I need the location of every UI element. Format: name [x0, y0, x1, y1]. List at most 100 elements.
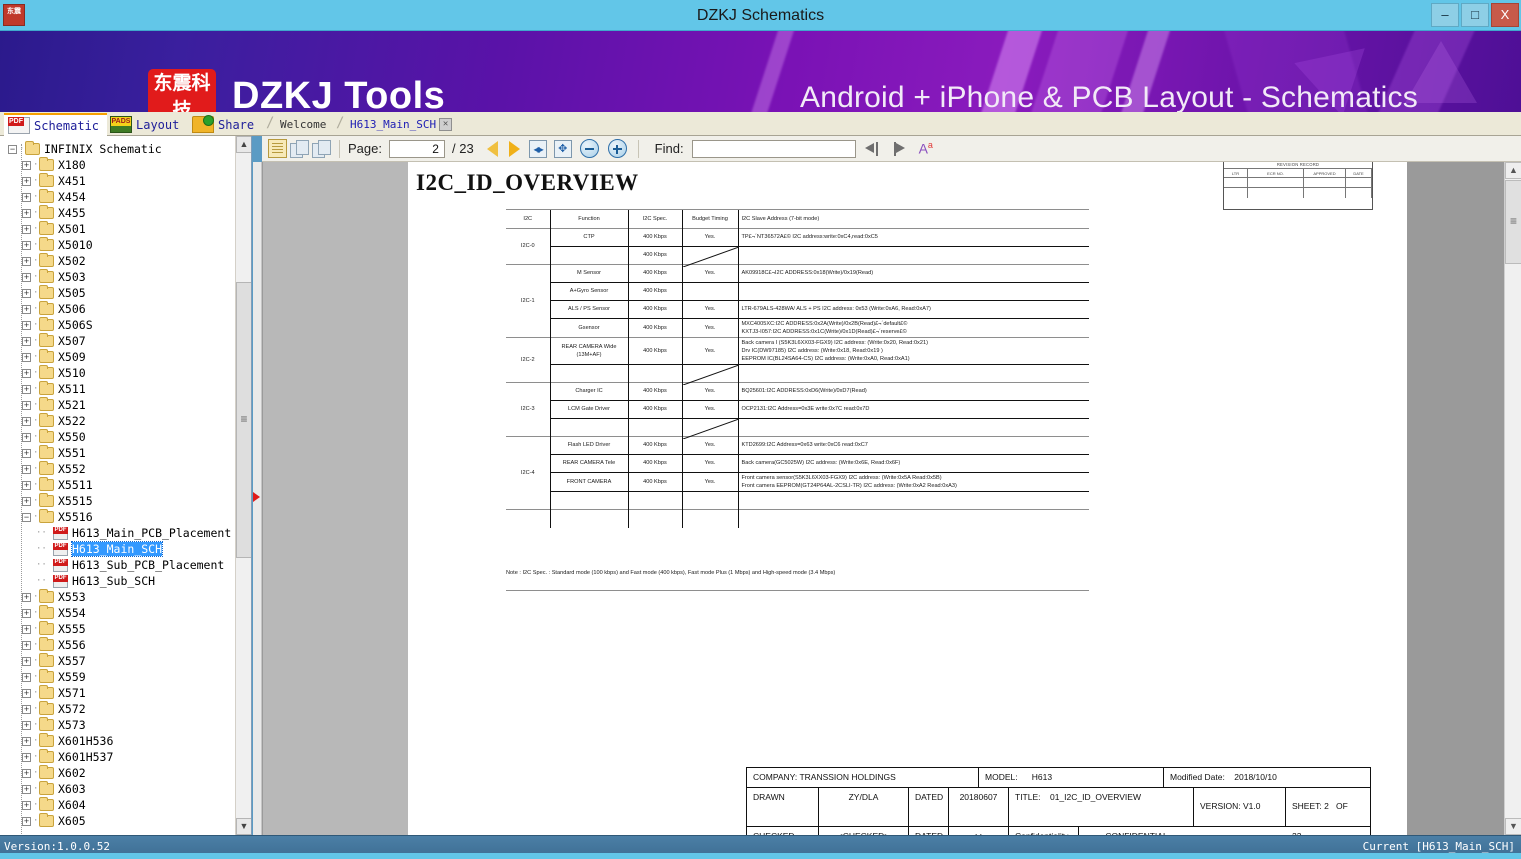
- tab-share[interactable]: Share: [188, 113, 262, 136]
- tab-schematic[interactable]: Schematic: [4, 113, 108, 136]
- expand-icon[interactable]: +: [22, 640, 31, 650]
- tree-node-x5010[interactable]: + · X5010: [0, 237, 236, 253]
- expand-icon[interactable]: +: [22, 368, 31, 378]
- two-page-icon[interactable]: [290, 139, 309, 158]
- tree-node-h613-main-pcb-placement[interactable]: ·· H613_Main_PCB_Placement: [0, 525, 236, 541]
- expand-icon[interactable]: +: [22, 736, 31, 746]
- tree-node-x602[interactable]: + · X602: [0, 765, 236, 781]
- expand-icon[interactable]: +: [22, 208, 31, 218]
- expand-icon[interactable]: +: [22, 432, 31, 442]
- tree-node-x505[interactable]: + · X505: [0, 285, 236, 301]
- doc-tab-h613-main-sch[interactable]: / H613_Main_SCH ✕: [336, 114, 460, 135]
- tree-node-x573[interactable]: + · X573: [0, 717, 236, 733]
- expand-icon[interactable]: +: [22, 688, 31, 698]
- expand-icon[interactable]: +: [22, 816, 31, 826]
- scroll-down-button[interactable]: ▼: [236, 818, 251, 835]
- tree-node-x551[interactable]: + · X551: [0, 445, 236, 461]
- tree-node-x5516[interactable]: − · X5516: [0, 509, 236, 525]
- close-icon[interactable]: ✕: [439, 118, 453, 131]
- expand-icon[interactable]: +: [22, 320, 31, 330]
- tree-node-x455[interactable]: + · X455: [0, 205, 236, 221]
- tree-node-x601h537[interactable]: + · X601H537: [0, 749, 236, 765]
- tree-node-x571[interactable]: + · X571: [0, 685, 236, 701]
- tree-node-x605[interactable]: + · X605: [0, 813, 236, 829]
- tree-node-x555[interactable]: + · X555: [0, 621, 236, 637]
- tree-node-x552[interactable]: + · X552: [0, 461, 236, 477]
- tree-node-x572[interactable]: + · X572: [0, 701, 236, 717]
- expand-icon[interactable]: +: [22, 224, 31, 234]
- tree-node-h613-sub-sch[interactable]: ·· H613_Sub_SCH: [0, 573, 236, 589]
- fit-width-icon[interactable]: [528, 139, 547, 158]
- tree-node-x509[interactable]: + · X509: [0, 349, 236, 365]
- expand-icon[interactable]: +: [22, 176, 31, 186]
- tree-node-h613-sub-pcb-placement[interactable]: ·· H613_Sub_PCB_Placement: [0, 557, 236, 573]
- viewer-scroll-up-button[interactable]: ▲: [1505, 162, 1521, 179]
- expand-icon[interactable]: +: [22, 672, 31, 682]
- expand-icon[interactable]: +: [22, 400, 31, 410]
- tree-node-x553[interactable]: + · X553: [0, 589, 236, 605]
- tree-node-x603[interactable]: + · X603: [0, 781, 236, 797]
- tree-node-x507[interactable]: + · X507: [0, 333, 236, 349]
- tree-node-x502[interactable]: + · X502: [0, 253, 236, 269]
- expand-icon[interactable]: +: [22, 192, 31, 202]
- maximize-button[interactable]: □: [1461, 3, 1489, 27]
- scroll-thumb[interactable]: [236, 282, 251, 558]
- schematic-tree[interactable]: − · INFINIX Schematic + · X180 + · X451 + · X454 + · X…: [0, 141, 236, 829]
- expand-icon[interactable]: +: [22, 256, 31, 266]
- tree-node-x5511[interactable]: + · X5511: [0, 477, 236, 493]
- expand-icon[interactable]: +: [22, 448, 31, 458]
- expand-icon[interactable]: +: [22, 160, 31, 170]
- tree-node-x556[interactable]: + · X556: [0, 637, 236, 653]
- tree-node-root[interactable]: − · INFINIX Schematic: [0, 141, 236, 157]
- expand-icon[interactable]: +: [22, 704, 31, 714]
- tree-node-x501[interactable]: + · X501: [0, 221, 236, 237]
- tree-node-x510[interactable]: + · X510: [0, 365, 236, 381]
- tree-node-x550[interactable]: + · X550: [0, 429, 236, 445]
- page-input[interactable]: 2: [388, 139, 445, 158]
- expand-icon[interactable]: +: [22, 240, 31, 250]
- facing-page-icon[interactable]: [312, 139, 331, 158]
- collapse-icon[interactable]: −: [22, 512, 31, 522]
- expand-icon[interactable]: +: [22, 608, 31, 618]
- tree-node-x451[interactable]: + · X451: [0, 173, 236, 189]
- viewer-scrollbar[interactable]: ▲ ▼: [1504, 162, 1521, 835]
- expand-icon[interactable]: +: [22, 288, 31, 298]
- tree-node-h613-main-sch[interactable]: ·· H613_Main_SCH: [0, 541, 236, 557]
- expand-icon[interactable]: +: [22, 720, 31, 730]
- zoom-in-icon[interactable]: [607, 139, 627, 158]
- tree-node-x454[interactable]: + · X454: [0, 189, 236, 205]
- expand-icon[interactable]: +: [22, 800, 31, 810]
- expand-icon[interactable]: +: [22, 656, 31, 666]
- sidebar-scrollbar[interactable]: ▲ ▼: [235, 136, 251, 835]
- expand-icon[interactable]: +: [22, 464, 31, 474]
- tree-node-x604[interactable]: + · X604: [0, 797, 236, 813]
- close-button[interactable]: X: [1491, 3, 1519, 27]
- expand-icon[interactable]: +: [22, 480, 31, 490]
- single-page-icon[interactable]: [268, 139, 287, 158]
- expand-icon[interactable]: +: [22, 352, 31, 362]
- tree-node-x554[interactable]: + · X554: [0, 605, 236, 621]
- expand-icon[interactable]: +: [22, 496, 31, 506]
- expand-icon[interactable]: +: [22, 752, 31, 762]
- find-options-icon[interactable]: Aa: [919, 140, 933, 157]
- find-input[interactable]: [691, 139, 856, 158]
- zoom-out-icon[interactable]: [579, 139, 599, 158]
- tree-node-x601h536[interactable]: + · X601H536: [0, 733, 236, 749]
- fit-page-icon[interactable]: [553, 139, 572, 158]
- tree-node-x506s[interactable]: + · X506S: [0, 317, 236, 333]
- expand-icon[interactable]: +: [22, 336, 31, 346]
- tree-node-x522[interactable]: + · X522: [0, 413, 236, 429]
- expand-icon[interactable]: +: [22, 272, 31, 282]
- tree-node-x5515[interactable]: + · X5515: [0, 493, 236, 509]
- find-prev-icon[interactable]: [864, 141, 882, 157]
- expand-icon[interactable]: +: [22, 592, 31, 602]
- tab-layout[interactable]: Layout: [106, 113, 187, 136]
- tree-node-x521[interactable]: + · X521: [0, 397, 236, 413]
- collapse-icon[interactable]: −: [8, 144, 17, 154]
- tree-node-x506[interactable]: + · X506: [0, 301, 236, 317]
- prev-page-icon[interactable]: [486, 140, 498, 157]
- expand-icon[interactable]: +: [22, 784, 31, 794]
- expand-icon[interactable]: +: [22, 416, 31, 426]
- tree-node-x503[interactable]: + · X503: [0, 269, 236, 285]
- minimize-button[interactable]: –: [1431, 3, 1459, 27]
